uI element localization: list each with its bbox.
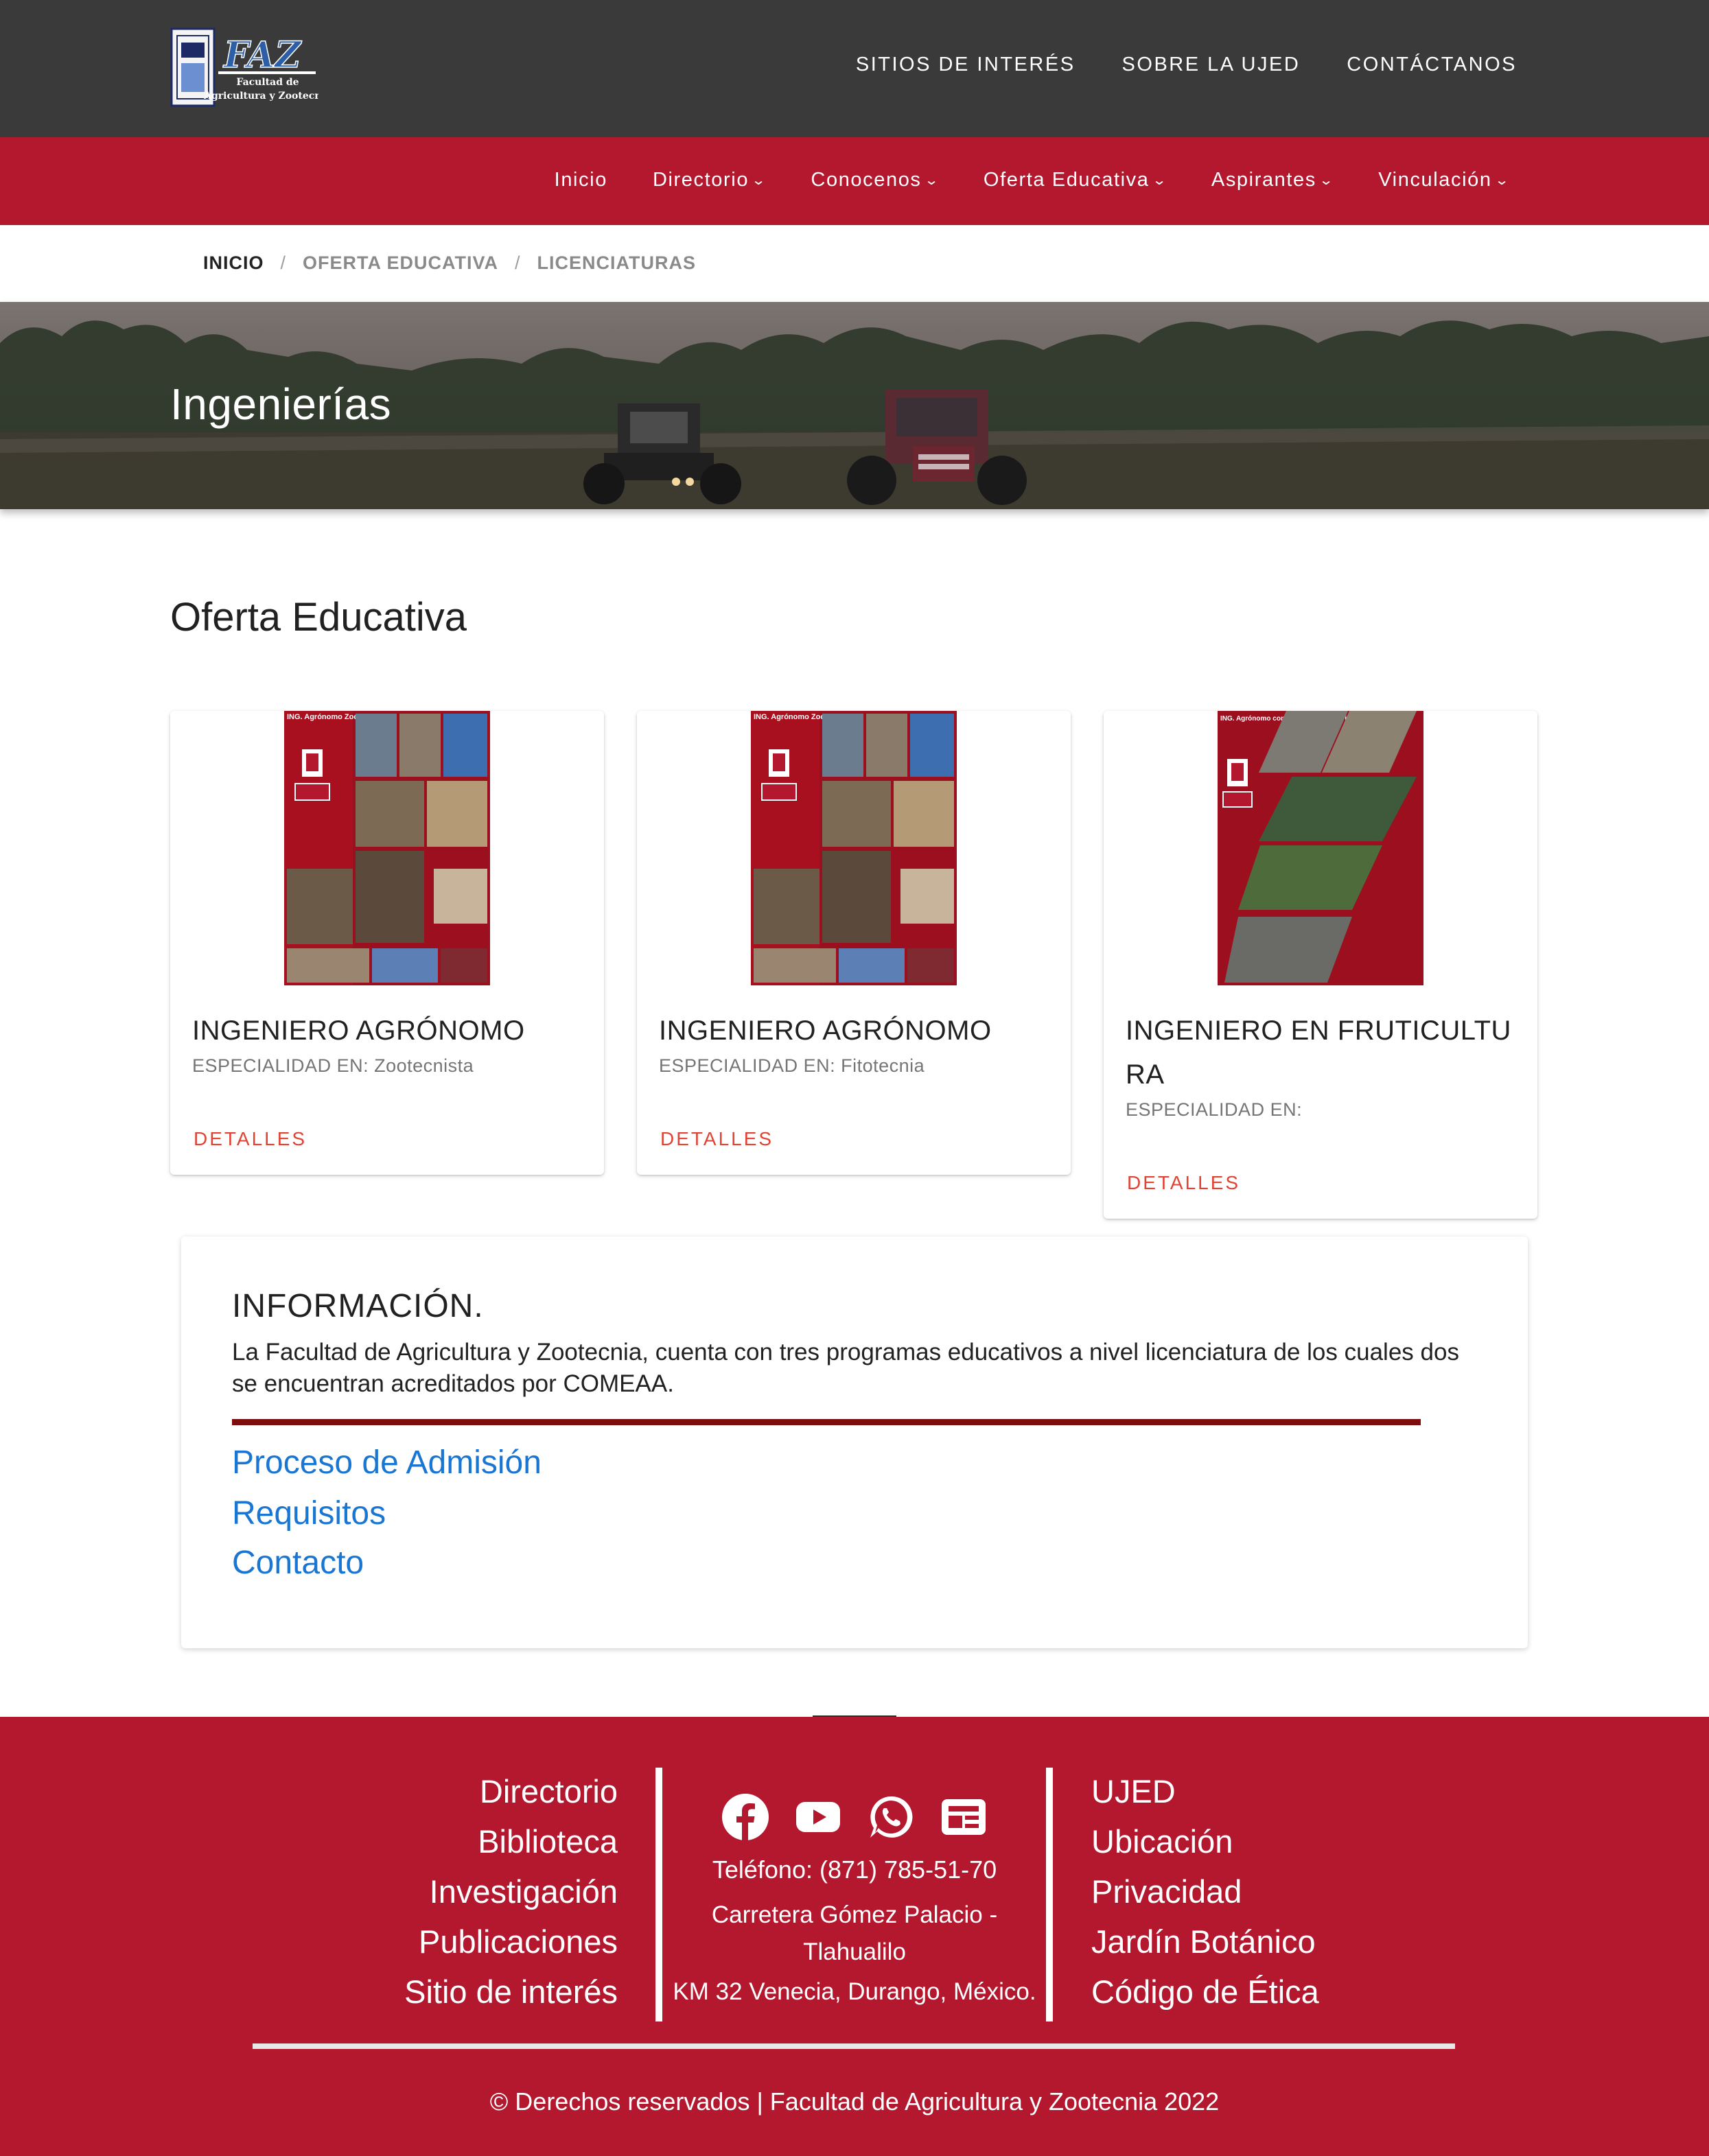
chevron-down-icon: ⌄: [1493, 173, 1511, 188]
nav-item-oferta-educativa[interactable]: Oferta Educativa ⌄: [983, 169, 1168, 191]
program-specialty: ESPECIALIDAD EN: Fitotecnia: [659, 1055, 925, 1076]
footer-link-jardin-botanico[interactable]: Jardín Botánico: [1091, 1917, 1319, 1967]
nav-label: Vinculación: [1378, 169, 1492, 191]
footer-link-sitio-interes[interactable]: Sitio de interés: [404, 1967, 618, 2017]
footer-divider: [655, 1768, 662, 2022]
program-poster-image: ING. Agrónomo Zootecnista: [751, 711, 957, 985]
footer-link-publicaciones[interactable]: Publicaciones: [404, 1917, 618, 1967]
section-title: Oferta Educativa: [170, 595, 467, 640]
top-link-sitios[interactable]: SITIOS DE INTERÉS: [856, 54, 1076, 76]
footer-link-ubicacion[interactable]: Ubicación: [1091, 1816, 1319, 1866]
chevron-down-icon: ⌄: [1151, 173, 1168, 188]
nav-item-vinculacion[interactable]: Vinculación ⌄: [1378, 169, 1509, 191]
info-divider: [232, 1419, 1421, 1425]
program-card: ING. Agrónomo Zootecnista INGENIERO AGRÓ…: [637, 711, 1071, 1175]
whatsapp-icon[interactable]: [868, 1794, 914, 1840]
footer-right-links: UJED Ubicación Privacidad Jardín Botánic…: [1091, 1766, 1319, 2017]
nav-label: Oferta Educativa: [983, 169, 1150, 191]
footer-link-codigo-etica[interactable]: Código de Ética: [1091, 1967, 1319, 2017]
link-proceso-admision[interactable]: Proceso de Admisión: [232, 1444, 542, 1481]
footer-link-biblioteca[interactable]: Biblioteca: [404, 1816, 618, 1866]
top-link-contactanos[interactable]: CONTÁCTANOS: [1347, 54, 1517, 76]
program-card: ING. Agrónomo con Especialidad en Fitote…: [1104, 711, 1537, 1219]
svg-text:Facultad de: Facultad de: [236, 77, 299, 88]
program-specialty: ESPECIALIDAD EN: Zootecnista: [192, 1055, 474, 1076]
program-title: INGENIERO EN FRUTICULTURA: [1126, 1016, 1511, 1090]
footer-link-investigacion[interactable]: Investigación: [404, 1866, 618, 1917]
program-specialty: ESPECIALIDAD EN:: [1126, 1099, 1303, 1120]
top-bar: FAZ Facultad de Agricultura y Zootecnia …: [0, 0, 1709, 137]
breadcrumb-separator: /: [280, 253, 287, 273]
youtube-icon[interactable]: [795, 1794, 841, 1840]
program-poster-image: ING. Agrónomo Zootecnista: [284, 711, 490, 985]
link-contacto[interactable]: Contacto: [232, 1544, 364, 1582]
breadcrumb-oferta-educativa[interactable]: OFERTA EDUCATIVA: [303, 253, 498, 274]
nav-label: Inicio: [554, 169, 607, 191]
news-icon[interactable]: [940, 1794, 987, 1840]
details-button[interactable]: DETALLES: [660, 1128, 774, 1150]
chevron-down-icon: ⌄: [923, 173, 940, 188]
info-title: INFORMACIÓN.: [232, 1288, 484, 1324]
nav-item-inicio[interactable]: Inicio: [555, 169, 607, 191]
link-requisitos[interactable]: Requisitos: [232, 1495, 386, 1532]
hero-title: Ingenierías: [170, 379, 392, 429]
info-text: La Facultad de Agricultura y Zootecnia, …: [232, 1339, 1459, 1397]
nav-label: Conocenos: [811, 169, 922, 191]
nav-label: Directorio: [652, 169, 749, 191]
nav-item-aspirantes[interactable]: Aspirantes ⌄: [1211, 169, 1336, 191]
top-links: SITIOS DE INTERÉS SOBRE LA UJED CONTÁCTA…: [856, 54, 1517, 76]
info-box: INFORMACIÓN. La Facultad de Agricultura …: [181, 1237, 1528, 1648]
breadcrumb-inicio[interactable]: INICIO: [203, 253, 264, 274]
main-nav: Inicio Directorio ⌄ Conocenos ⌄ Oferta Edu…: [0, 137, 1709, 225]
program-poster-image: ING. Agrónomo con Especialidad en Fitote…: [1218, 711, 1423, 985]
footer-contact: Teléfono: (871) 785-51-70 Carretera Góme…: [666, 1792, 1043, 2011]
top-link-sobre-ujed[interactable]: SOBRE LA UJED: [1122, 54, 1301, 76]
program-title: INGENIERO AGRÓNOMO: [659, 1016, 992, 1046]
chevron-down-icon: ⌄: [751, 173, 768, 188]
svg-text:FAZ: FAZ: [222, 34, 302, 76]
nav-label: Aspirantes: [1211, 169, 1316, 191]
program-title: INGENIERO AGRÓNOMO: [192, 1016, 525, 1046]
footer-link-directorio[interactable]: Directorio: [404, 1766, 618, 1816]
breadcrumb: INICIO / OFERTA EDUCATIVA / LICENCIATURA…: [203, 253, 696, 274]
footer: Directorio Biblioteca Investigación Publ…: [0, 1717, 1709, 2156]
footer-divider: [1046, 1768, 1053, 2022]
nav-item-conocenos[interactable]: Conocenos ⌄: [811, 169, 938, 191]
program-card: ING. Agrónomo Zootecnista INGENIERO AGRÓ…: [170, 711, 604, 1175]
chevron-down-icon: ⌄: [1318, 173, 1336, 188]
footer-address-line2: KM 32 Venecia, Durango, México.: [673, 1978, 1036, 2005]
footer-rule: [253, 2043, 1455, 2049]
footer-address-line1: Carretera Gómez Palacio - Tlahualilo: [711, 1901, 998, 1965]
footer-left-links: Directorio Biblioteca Investigación Publ…: [404, 1766, 618, 2017]
hero-banner: Ingenierías: [0, 302, 1709, 509]
breadcrumb-separator: /: [515, 253, 521, 273]
nav-item-directorio[interactable]: Directorio ⌄: [652, 169, 768, 191]
social-icons: [666, 1792, 1043, 1842]
details-button[interactable]: DETALLES: [194, 1128, 307, 1150]
faz-logo[interactable]: FAZ Facultad de Agricultura y Zootecnia: [170, 25, 318, 110]
breadcrumb-licenciaturas: LICENCIATURAS: [537, 253, 697, 273]
facebook-icon[interactable]: [722, 1794, 769, 1840]
footer-phone: Teléfono: (871) 785-51-70: [712, 1855, 997, 1884]
footer-link-ujed[interactable]: UJED: [1091, 1766, 1319, 1816]
svg-text:Agricultura y Zootecnia: Agricultura y Zootecnia: [203, 91, 318, 102]
footer-copyright: © Derechos reservados | Facultad de Agri…: [489, 2087, 1220, 2116]
footer-link-privacidad[interactable]: Privacidad: [1091, 1866, 1319, 1917]
details-button[interactable]: DETALLES: [1127, 1172, 1240, 1194]
